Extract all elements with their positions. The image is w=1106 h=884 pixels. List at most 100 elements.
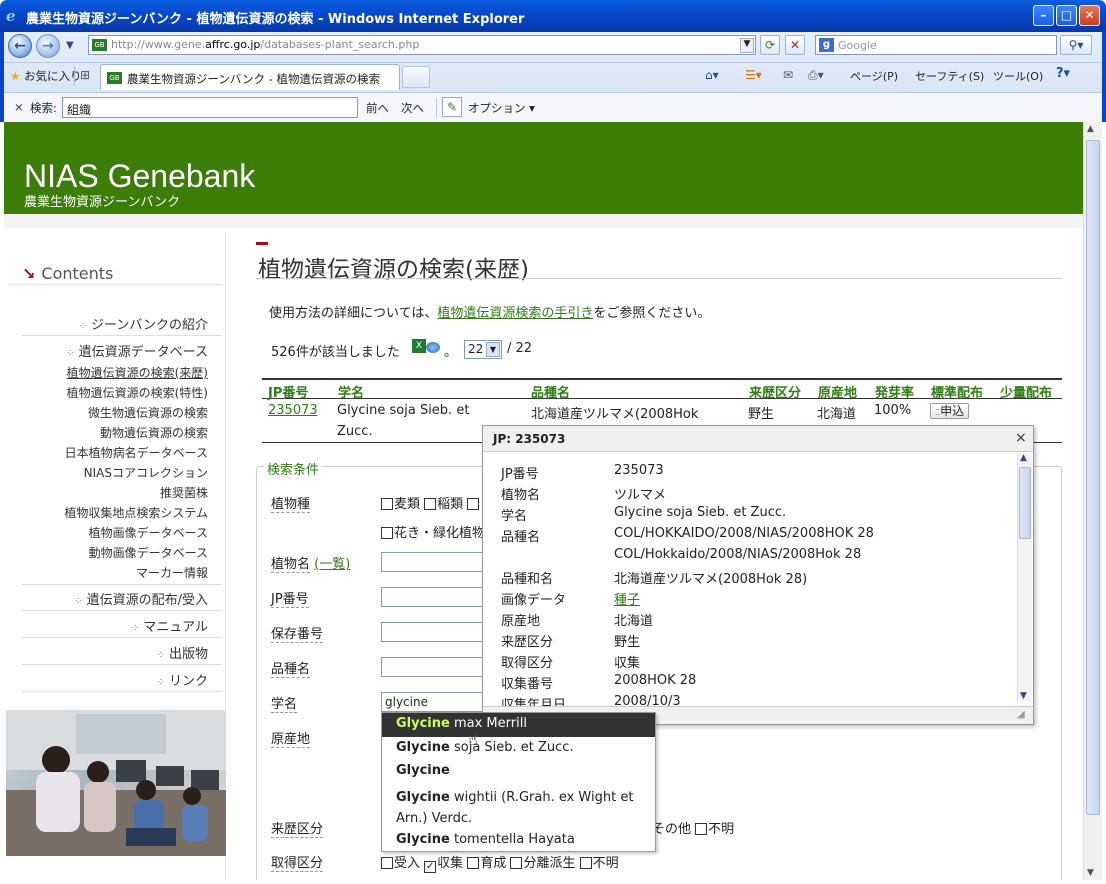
autocomplete-item[interactable]: Glycine wightii (R.Grah. ex Wight et Arn… (382, 784, 655, 832)
popup-scrollbar[interactable]: ▲ ▼ (1017, 453, 1032, 701)
forward-button[interactable]: → (36, 34, 60, 58)
sidebar-sub-animal[interactable]: 動物遺伝資源の検索 (100, 424, 208, 441)
rice-checkbox[interactable] (424, 498, 437, 510)
sidebar-sub-plant-image[interactable]: 植物画像データベース (89, 524, 208, 541)
scroll-down-icon[interactable]: ▼ (1087, 868, 1094, 878)
page-scrollbar[interactable]: ▲ ▼ (1083, 122, 1102, 880)
col-germ: 発芽率 (875, 386, 915, 401)
favorites-button[interactable]: ★ お気に入り (10, 68, 81, 84)
grid-icon[interactable]: ⊞ (80, 68, 90, 82)
sidebar-sub-marker[interactable]: マーカー情報 (136, 564, 208, 581)
close-window-button[interactable]: ✕ (1079, 5, 1100, 26)
divider (22, 335, 222, 336)
sidebar-item-database[interactable]: ⁘ 遺伝資源データベース (66, 341, 208, 360)
other-checkbox[interactable] (467, 498, 480, 510)
autocomplete-item[interactable]: Glycine (382, 760, 655, 781)
stop-icon[interactable]: ✕ (785, 35, 805, 55)
page-total: / 22 (507, 341, 533, 356)
sidebar-item-links[interactable]: ⁘ リンク (157, 670, 208, 689)
col-sci: 学名 (338, 386, 365, 401)
sidebar-item-intro[interactable]: ⁘ ジーンバンクの紹介 (79, 314, 208, 333)
rice-label: 稲類 (437, 497, 464, 512)
sidebar-sub-collection[interactable]: 植物収集地点検索システム (64, 504, 208, 521)
minimize-button[interactable]: – (1033, 5, 1054, 26)
find-prev-button[interactable]: 前へ (366, 100, 389, 116)
window-title-bar[interactable]: e 農業生物資源ジーンバンク - 植物遺伝資源の検索 - Windows Int… (0, 0, 1106, 32)
autocomplete-item[interactable]: Glycine soja Sieb. et Zucc. (382, 737, 655, 758)
print-icon[interactable]: ⎙▾ (808, 68, 824, 83)
page-menu[interactable]: ページ(P) (850, 68, 898, 84)
count-separator: 。 (444, 345, 458, 360)
jp-link[interactable]: 235073 (268, 403, 318, 418)
search-go-button[interactable]: ⚲▾ (1060, 35, 1092, 55)
acquire-unknown-checkbox[interactable] (579, 857, 592, 869)
wheat-checkbox[interactable] (381, 498, 393, 510)
autocomplete-item[interactable]: Glycine tomentella Hayata (382, 829, 655, 850)
origin-type-unknown-label: 不明 (708, 822, 735, 837)
plant-list-link[interactable]: (一覧) (314, 557, 350, 572)
jp-input[interactable] (381, 587, 484, 607)
image-data-link[interactable]: 種子 (614, 589, 640, 608)
derive-checkbox[interactable] (510, 857, 523, 869)
plant-name-input[interactable] (381, 552, 484, 572)
seed-link[interactable]: 種子 (614, 593, 640, 608)
popup-key: 原産地 (501, 614, 541, 629)
excel-icon[interactable]: X (412, 339, 426, 353)
scroll-up-icon[interactable]: ▲ (1020, 453, 1027, 463)
scroll-down-icon[interactable]: ▼ (1020, 691, 1027, 701)
find-options-button[interactable]: オプション ▾ (468, 100, 535, 116)
address-bar[interactable]: GB http://www.gene.affrc.go.jp/databases… (88, 35, 756, 55)
sidebar-sub-core[interactable]: NIASコアコレクション (84, 464, 208, 481)
rest-text: max Merrill (449, 716, 527, 731)
sidebar-sub-strain[interactable]: 推奨菌株 (160, 484, 208, 501)
manual-link[interactable]: 植物遺伝資源検索の手引き (437, 306, 593, 321)
scroll-up-icon[interactable]: ▲ (1087, 124, 1094, 134)
sidebar-item-label: ジーンバンクの紹介 (90, 318, 208, 333)
bullet-icon: ⁘ (130, 623, 140, 634)
new-tab-button[interactable] (402, 66, 430, 88)
search-box[interactable]: g Google (815, 35, 1057, 55)
apply-button[interactable]: ⁚⁚申込 (930, 403, 970, 419)
mail-icon[interactable]: ✉ (783, 68, 793, 82)
refresh-icon[interactable]: ⟳ (760, 35, 780, 55)
plant-name-label-group: 植物名 (一覧) (271, 553, 350, 573)
unknown-checkbox[interactable] (695, 823, 708, 835)
home-icon[interactable]: ⌂▾ (705, 68, 719, 82)
collect-checkbox[interactable]: ✓ (424, 861, 437, 873)
sidebar-sub-animal-image[interactable]: 動物画像データベース (89, 544, 208, 561)
find-close-button[interactable]: × (14, 100, 24, 114)
popup-scroll-thumb[interactable] (1019, 467, 1031, 539)
variety-input[interactable] (381, 657, 484, 677)
page-select[interactable]: 22 ▼ (464, 340, 502, 359)
flower-checkbox[interactable] (381, 527, 393, 539)
row-jp-link[interactable]: 235073 (268, 403, 318, 418)
accept-checkbox[interactable] (381, 857, 393, 869)
maximize-button[interactable]: □ (1056, 5, 1077, 26)
feeds-icon[interactable]: ☰▾ (745, 68, 762, 82)
storage-input[interactable] (381, 622, 484, 642)
sci-input[interactable]: glycine (381, 692, 484, 712)
sidebar-sub-plant-traits[interactable]: 植物遺伝資源の検索(特性) (67, 384, 208, 401)
sidebar-sub-disease[interactable]: 日本植物病名データベース (65, 444, 208, 461)
sidebar-sub-plant-history[interactable]: 植物遺伝資源の検索(来歴) (67, 364, 208, 381)
download-icon[interactable] (426, 342, 440, 353)
sidebar-item-manual[interactable]: ⁘ マニュアル (131, 616, 208, 635)
tools-menu[interactable]: ツール(O) (993, 68, 1043, 84)
find-next-button[interactable]: 次へ (401, 100, 424, 116)
safety-menu[interactable]: セーフティ(S) (915, 68, 984, 84)
back-button[interactable]: ← (8, 34, 32, 58)
resize-grip-icon[interactable]: ◢ (1017, 709, 1025, 720)
popup-close-button[interactable]: × (1015, 430, 1027, 446)
scroll-thumb[interactable] (1086, 140, 1100, 815)
breed-checkbox[interactable] (467, 857, 480, 869)
autocomplete-item[interactable]: Glycine max Merrill (382, 713, 655, 737)
help-icon[interactable]: ?▾ (1056, 66, 1070, 81)
browser-tab[interactable]: GB 農業生物資源ジーンバンク - 植物遺伝資源の検索 (100, 64, 400, 90)
history-dropdown-icon[interactable]: ▼ (66, 40, 74, 51)
sidebar-item-publications[interactable]: ⁘ 出版物 (157, 643, 208, 662)
address-dropdown-icon[interactable]: ▼ (740, 38, 754, 53)
highlight-icon[interactable]: ✎ (442, 97, 462, 117)
find-input[interactable]: 組織 (62, 97, 358, 118)
sidebar-item-distribution[interactable]: ⁘ 遺伝資源の配布/受入 (74, 589, 208, 608)
sidebar-sub-microbe[interactable]: 微生物遺伝資源の検索 (88, 404, 208, 421)
